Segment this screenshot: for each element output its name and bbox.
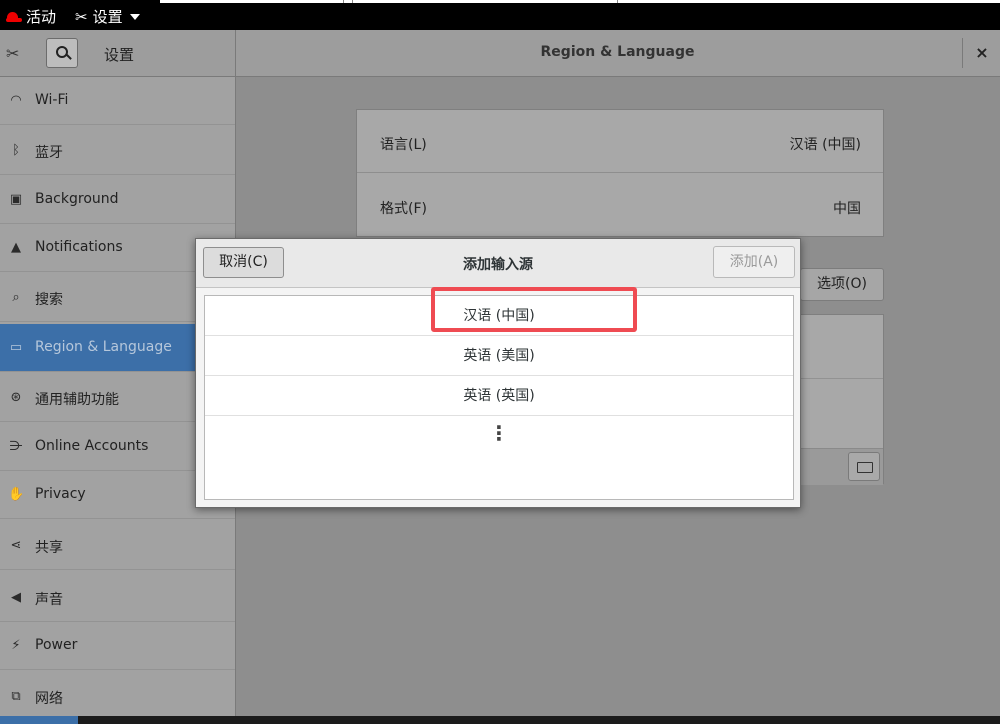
tools-icon: ✂ xyxy=(75,7,88,26)
bluetooth-icon: ᛒ xyxy=(12,143,20,158)
sidebar-title: 设置 xyxy=(104,46,135,64)
power-icon: ⚡ xyxy=(11,638,21,653)
speaker-icon: ◀ xyxy=(11,590,21,605)
input-sources-card xyxy=(800,314,884,485)
activities-button[interactable]: 活动 xyxy=(6,6,56,27)
sidebar-item-label: 通用辅助功能 xyxy=(35,392,119,408)
wifi-icon: ◠ xyxy=(10,93,22,108)
language-row[interactable]: 语言(L) 汉语 (中国) xyxy=(357,110,883,173)
keyboard-icon xyxy=(857,462,873,473)
network-icon: ⧉ xyxy=(11,689,21,704)
list-item[interactable]: 英语 (美国) xyxy=(205,336,793,376)
input-sources-toolbar xyxy=(801,448,883,485)
more-options-icon[interactable]: ⋮ xyxy=(205,418,793,448)
dialog-header: 取消(C) 添加输入源 添加(A) xyxy=(196,239,800,288)
accessibility-icon: ⊛ xyxy=(10,390,22,405)
bottom-bar xyxy=(0,716,1000,724)
page-title: Region & Language xyxy=(540,44,695,60)
search-button[interactable] xyxy=(46,38,78,68)
sidebar-item-label: 网络 xyxy=(35,691,63,707)
sidebar-item-sharing[interactable]: ⋖ 共享 xyxy=(0,522,235,570)
annotation-highlight-box xyxy=(431,287,637,332)
sidebar-item-label: 蓝牙 xyxy=(35,145,63,161)
sidebar-item-label: Online Accounts xyxy=(35,438,149,454)
sidebar-item-label: 搜索 xyxy=(35,292,63,308)
language-value: 汉语 (中国) xyxy=(789,137,861,153)
sidebar-item-label: 声音 xyxy=(35,592,63,608)
sidebar-item-label: Privacy xyxy=(35,486,86,502)
share-icon: ⋖ xyxy=(10,538,22,553)
sidebar-item-sound[interactable]: ◀ 声音 xyxy=(0,574,235,622)
sidebar-item-background[interactable]: ▣ Background xyxy=(0,176,235,224)
app-menu[interactable]: ✂ 设置 xyxy=(75,6,140,27)
sidebar-item-label: Background xyxy=(35,191,119,207)
search-icon: ⌕ xyxy=(12,290,20,305)
online-accounts-icon: ⋺ xyxy=(9,439,23,454)
sidebar-item-label: Region & Language xyxy=(35,339,172,355)
sidebar-item-wifi[interactable]: ◠ Wi-Fi xyxy=(0,77,235,125)
format-value: 中国 xyxy=(833,201,861,217)
dropdown-caret-icon xyxy=(129,13,140,20)
sidebar-item-power[interactable]: ⚡ Power xyxy=(0,622,235,670)
list-item[interactable]: 英语 (英国) xyxy=(205,376,793,416)
region-icon: ▭ xyxy=(9,340,23,355)
language-format-card: 语言(L) 汉语 (中国) 格式(F) 中国 xyxy=(356,109,884,237)
options-button[interactable]: 选项(O) xyxy=(800,268,884,301)
background-icon: ▣ xyxy=(9,192,23,207)
settings-tools-icon: ✂ xyxy=(6,44,20,63)
sidebar-item-label: 共享 xyxy=(35,540,63,556)
close-button[interactable]: × xyxy=(962,38,1000,68)
keyboard-layout-button[interactable] xyxy=(848,452,880,481)
add-button[interactable]: 添加(A) xyxy=(713,246,795,278)
sidebar-item-label: Wi-Fi xyxy=(35,92,69,108)
sidebar-item-bluetooth[interactable]: ᛒ 蓝牙 xyxy=(0,127,235,175)
sidebar-item-network[interactable]: ⧉ 网络 xyxy=(0,673,235,721)
language-label: 语言(L) xyxy=(380,137,427,153)
sidebar-item-label: Notifications xyxy=(35,239,123,255)
activities-label: 活动 xyxy=(26,8,57,26)
header-left: ✂ 设置 xyxy=(0,30,236,76)
sidebar-item-label: Power xyxy=(35,637,78,653)
bell-icon: ▲ xyxy=(11,240,21,255)
app-menu-label: 设置 xyxy=(92,8,123,26)
redhat-logo-icon xyxy=(6,11,22,22)
format-label: 格式(F) xyxy=(380,201,427,217)
hand-icon: ✋ xyxy=(8,487,25,502)
add-input-source-dialog: 取消(C) 添加输入源 添加(A) 汉语 (中国) 英语 (美国) 英语 (英国… xyxy=(195,238,801,508)
window-strip xyxy=(160,0,1000,3)
top-bar: 活动 ✂ 设置 xyxy=(0,0,1000,30)
header-bar: ✂ 设置 Region & Language × xyxy=(0,30,1000,77)
dialog-title: 添加输入源 xyxy=(463,257,533,273)
format-row[interactable]: 格式(F) 中国 xyxy=(357,174,883,237)
